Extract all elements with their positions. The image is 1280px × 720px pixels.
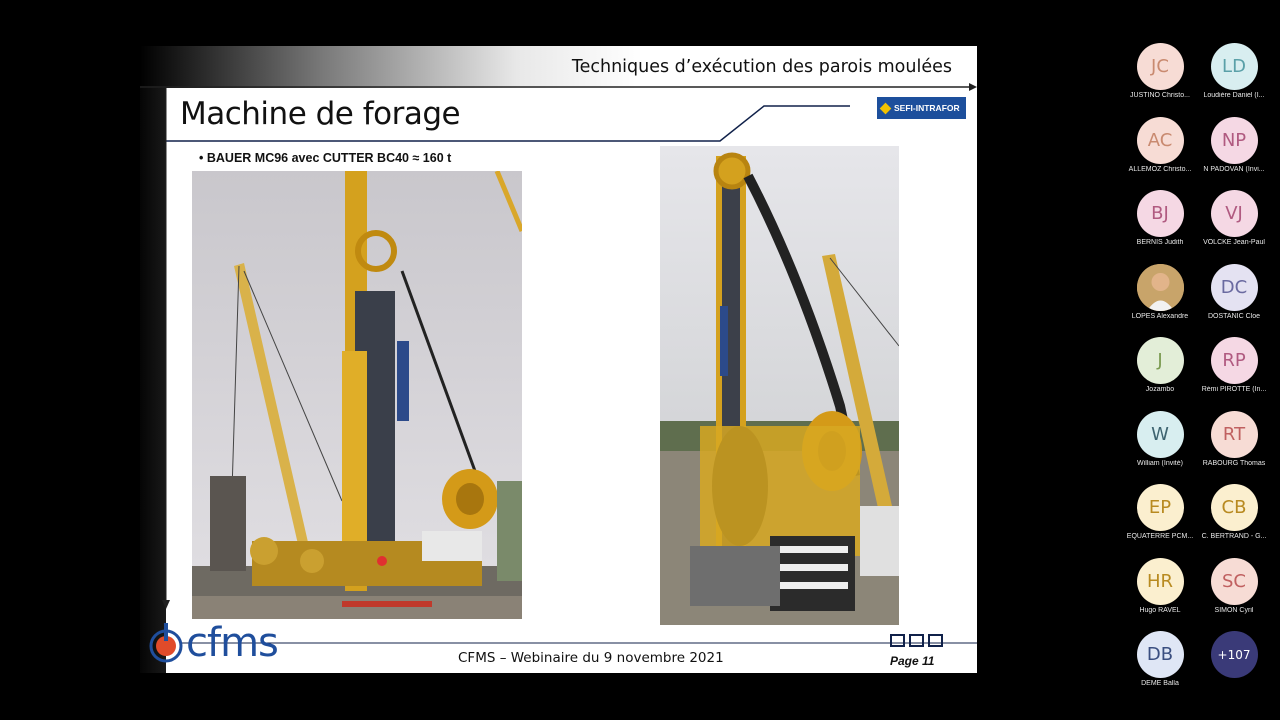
drilling-machine-photo-right [660,146,899,625]
participant-name: RABOURG Thomas [1202,459,1266,467]
participant-avatar: J [1136,337,1184,384]
participant-tile[interactable]: AC ALLEMOZ Christo... [1123,116,1197,173]
participant-avatar: NP [1210,116,1258,164]
cfms-logo: cfms [148,620,279,666]
participant-name: JUSTINO Christo... [1130,92,1190,99]
participant-avatar: VJ [1210,190,1258,237]
participant-name: SIMON Cyril [1214,606,1254,614]
participant-tile[interactable]: +107 [1197,631,1271,678]
participant-tile[interactable]: NP N PADOVAN (Invi... [1197,116,1271,173]
presentation-slide: Techniques d’exécution des parois moulée… [140,46,977,673]
participant-name: EQUATERRE PCM... [1126,533,1194,540]
participant-avatar: AC [1136,116,1184,164]
participant-tile[interactable]: RP Rémi PIROTTE (In... [1197,337,1271,393]
nav-box [890,634,905,647]
cfms-logo-text: cfms [186,620,279,666]
participant-name: BERNIS Judith [1136,239,1184,246]
participant-avatar: JC [1136,43,1184,90]
diamond-icon [879,102,892,114]
participant-tile[interactable]: LD Loudière Daniel (I... [1197,43,1271,99]
participant-name: C. BERTRAND - G... [1201,533,1267,540]
nav-box [909,634,924,647]
participant-name: LOPES Alexandre [1131,312,1189,320]
participant-tile[interactable]: W William (Invité) [1123,410,1197,467]
participant-tile[interactable]: RT RABOURG Thomas [1197,410,1271,467]
participant-avatar: DB [1136,631,1184,678]
page-number: Page 11 [890,654,935,668]
participant-name: Rémi PIROTTE (In... [1201,386,1267,393]
participant-name: Jozambo [1145,386,1175,393]
participant-name: DEME Balla [1141,680,1179,687]
participant-avatar: BJ [1136,190,1184,237]
participant-name: N PADOVAN (Invi... [1203,165,1265,173]
participant-name: DOSTANIC Cloe [1208,312,1260,320]
participant-avatar: W [1136,410,1184,458]
participant-avatar: +107 [1210,631,1258,678]
participant-avatar: DC [1210,263,1258,311]
cfms-logo-icon [149,623,183,663]
participant-tile[interactable]: SC SIMON Cyril [1197,557,1271,614]
participant-tile[interactable]: DC DOSTANIC Cloe [1197,263,1271,320]
participant-avatar: HR [1136,557,1184,605]
participant-tile[interactable]: BJ BERNIS Judith [1123,190,1197,246]
bullet-item: • BAUER MC96 avec CUTTER BC40 ≈ 160 t [199,151,452,165]
nav-boxes [890,634,943,647]
brand-logo-text: SEFI-INTRAFOR [894,103,960,113]
participant-avatar: RT [1210,410,1258,458]
footer-text: CFMS – Webinaire du 9 novembre 2021 [458,650,724,666]
participant-tile[interactable]: CB C. BERTRAND - G... [1197,484,1271,540]
participant-tile[interactable]: J Jozambo [1123,337,1197,393]
slide-title: Machine de forage [180,96,461,132]
participant-tile[interactable]: VJ VOLCKE Jean-Paul [1197,190,1271,246]
section-title: Techniques d’exécution des parois moulée… [571,57,952,77]
participant-tile[interactable]: EP EQUATERRE PCM... [1123,484,1197,540]
participant-tile[interactable]: JC JUSTINO Christo... [1123,43,1197,99]
participant-name: Loudière Daniel (I... [1203,92,1265,99]
participant-avatar: EP [1136,484,1184,531]
participant-avatar: SC [1210,557,1258,605]
nav-box [928,634,943,647]
participant-name: Hugo RAVEL [1139,606,1181,614]
participant-avatar: LD [1210,43,1258,90]
participant-photo [1136,263,1184,311]
sefi-intrafor-logo: SEFI-INTRAFOR [877,97,966,119]
participant-name: William (Invité) [1137,459,1183,467]
participant-avatar: RP [1210,337,1258,384]
participant-name: VOLCKE Jean-Paul [1203,239,1265,246]
participant-tile[interactable]: HR Hugo RAVEL [1123,557,1197,614]
participant-avatar: CB [1210,484,1258,531]
participant-tile[interactable]: DB DEME Balla [1123,631,1197,687]
participant-name: ALLEMOZ Christo... [1128,165,1192,173]
participant-tile[interactable]: LOPES Alexandre [1123,263,1197,320]
drilling-machine-photo-left [192,171,522,619]
bullet-text: BAUER MC96 avec CUTTER BC40 ≈ 160 t [206,151,452,165]
